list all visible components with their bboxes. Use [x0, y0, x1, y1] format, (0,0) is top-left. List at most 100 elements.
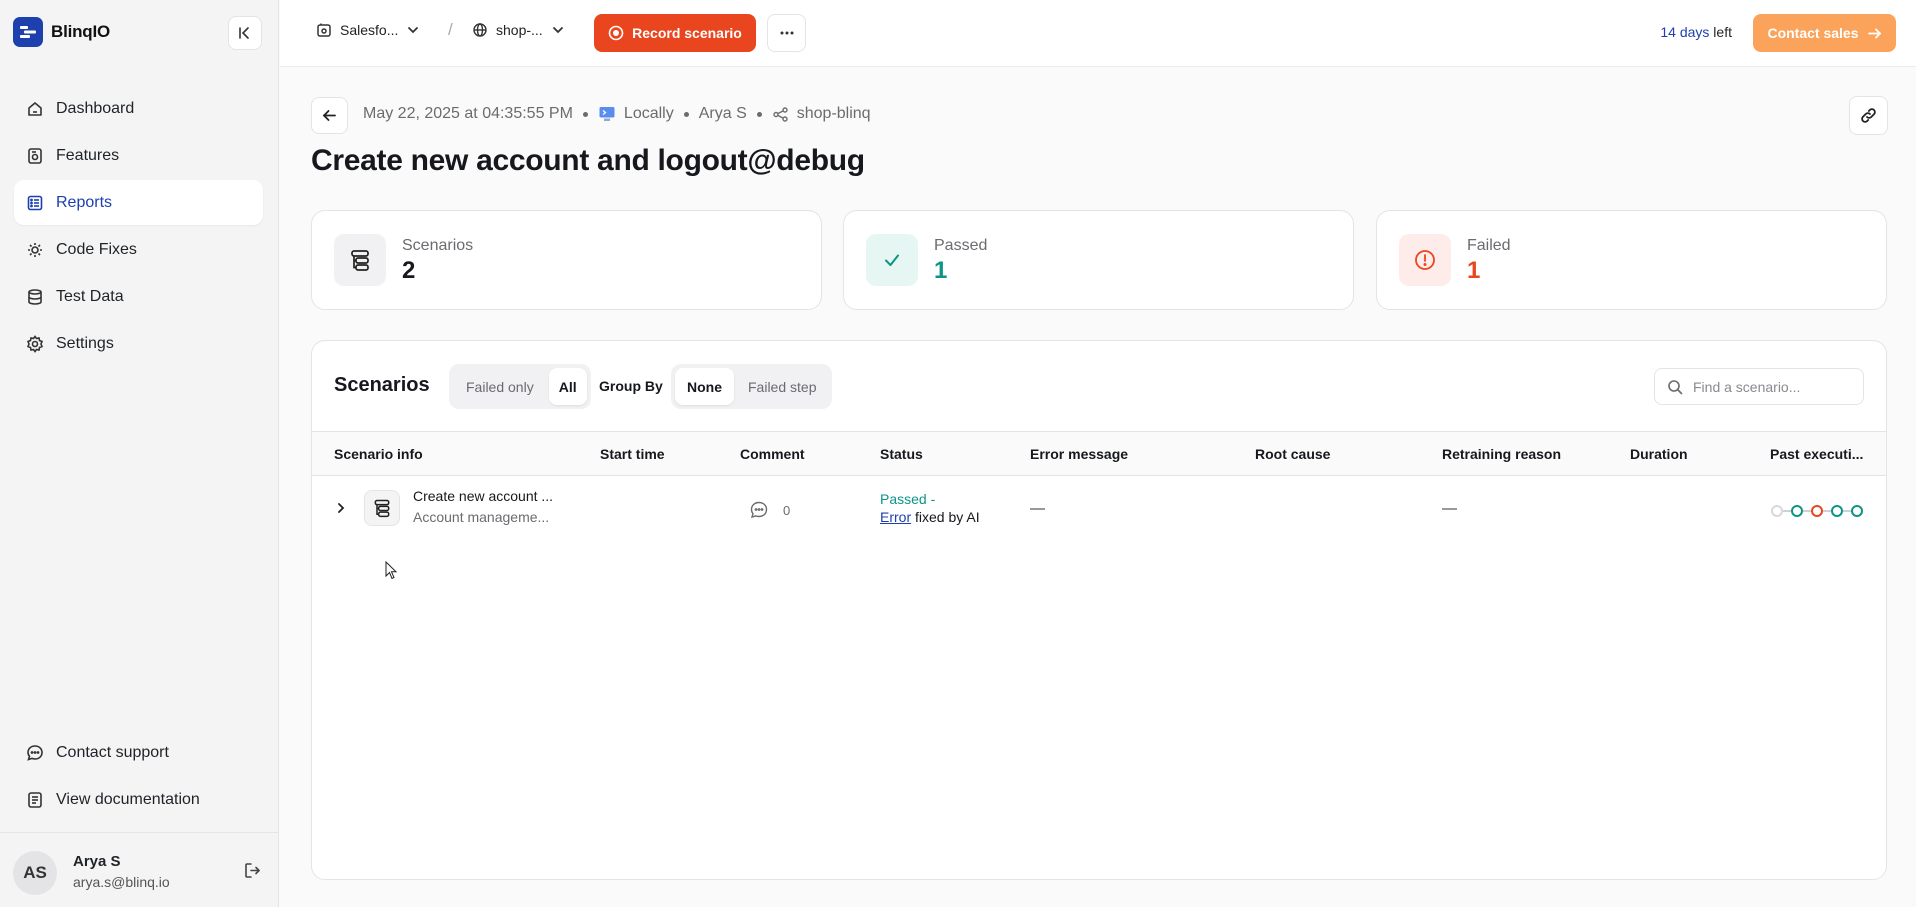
comment-count: 0: [783, 502, 791, 518]
scenario-info: Create new account ... Account manageme.…: [413, 488, 553, 525]
contact-support-link[interactable]: Contact support: [14, 730, 263, 775]
environment-name: shop-...: [496, 22, 543, 38]
column-header[interactable]: Duration: [1630, 446, 1688, 462]
trial-suffix: left: [1709, 24, 1732, 40]
past-execution-failed[interactable]: [1811, 505, 1823, 517]
status-filter-toggle: Failed only All: [449, 364, 591, 409]
column-header[interactable]: Scenario info: [334, 446, 423, 462]
past-execution-connector: [1803, 510, 1811, 512]
stat-card-scenarios: Scenarios 2: [311, 210, 822, 310]
column-header[interactable]: Error message: [1030, 446, 1128, 462]
home-icon: [28, 101, 42, 116]
blinqio-logo-icon: [13, 17, 43, 47]
list-tree-icon: [374, 499, 390, 518]
error-message: —: [1030, 500, 1045, 517]
past-execution-none[interactable]: [1771, 505, 1783, 517]
project-icon: [317, 23, 331, 37]
passed-stat-icon: [866, 234, 918, 286]
search-input[interactable]: [1693, 378, 1843, 395]
past-execution-passed[interactable]: [1831, 505, 1843, 517]
sidebar-item-settings[interactable]: Settings: [14, 321, 263, 366]
main-nav: Dashboard Features Reports Code Fixes Te…: [14, 86, 263, 368]
scenario-name[interactable]: Create new account ...: [413, 488, 553, 504]
separator-dot: [582, 111, 588, 117]
contact-support-label: Contact support: [56, 743, 169, 761]
sidebar-item-test-data[interactable]: Test Data: [14, 274, 263, 319]
breadcrumb-separator: /: [448, 20, 453, 39]
scenarios-stat-icon: [334, 234, 386, 286]
user-name: Arya S: [73, 853, 121, 870]
table-header: Scenario info Start time Comment Status …: [312, 431, 1886, 476]
past-execution-connector: [1823, 510, 1831, 512]
scenarios-panel-title: Scenarios: [334, 374, 430, 396]
environment-selector[interactable]: shop-...: [472, 22, 565, 38]
report-page: May 22, 2025 at 04:35:55 PM Locally Arya…: [280, 67, 1916, 907]
view-documentation-link[interactable]: View documentation: [14, 777, 263, 822]
separator-dot: [756, 111, 762, 117]
group-by-failed-step[interactable]: Failed step: [736, 368, 828, 405]
past-execution-passed[interactable]: [1791, 505, 1803, 517]
sidebar-item-label: Settings: [56, 334, 114, 352]
sidebar: BlinqIO Dashboard Features Reports Code …: [0, 0, 279, 907]
group-by-none[interactable]: None: [675, 368, 734, 405]
run-user: Arya S: [698, 105, 747, 122]
page-title: Create new account and logout@debug: [311, 144, 865, 177]
column-header[interactable]: Past executi...: [1770, 446, 1863, 462]
failed-stat-icon: [1399, 234, 1451, 286]
trial-days: 14 days: [1660, 24, 1710, 40]
column-header[interactable]: Status: [880, 446, 923, 462]
scenario-icon: [364, 490, 400, 526]
column-header[interactable]: Comment: [740, 446, 805, 462]
code-fixes-icon: [28, 242, 42, 257]
link-icon: [1861, 108, 1876, 123]
expand-row-button[interactable]: [334, 501, 348, 520]
contact-sales-button[interactable]: Contact sales: [1753, 14, 1896, 52]
status-cell: Passed - Error fixed by AI: [880, 491, 980, 525]
past-execution-connector: [1783, 510, 1791, 512]
scenario-search[interactable]: [1654, 368, 1864, 405]
past-execution-connector: [1843, 510, 1851, 512]
project-name: Salesfo...: [340, 22, 399, 38]
record-scenario-button[interactable]: Record scenario: [594, 14, 756, 52]
scenario-feature: Account manageme...: [413, 509, 550, 525]
back-button[interactable]: [311, 97, 348, 134]
share-nodes-icon: [773, 106, 788, 122]
copy-link-button[interactable]: [1849, 96, 1888, 135]
document-icon: [28, 791, 42, 808]
chevron-right-icon: [338, 503, 345, 513]
arrow-left-icon: [322, 110, 336, 121]
sidebar-item-features[interactable]: Features: [14, 133, 263, 178]
top-bar: Salesfo... / shop-... Record scenario 14…: [280, 0, 1916, 67]
table-row[interactable]: Create new account ... Account manageme.…: [312, 476, 1886, 546]
column-header[interactable]: Retraining reason: [1442, 446, 1561, 462]
stat-value: 1: [934, 257, 948, 284]
contact-sales-label: Contact sales: [1767, 25, 1859, 41]
user-email: arya.s@blinq.io: [73, 874, 170, 890]
database-icon: [28, 288, 42, 305]
chevron-down-icon: [408, 27, 419, 34]
avatar[interactable]: AS: [13, 851, 57, 895]
scenarios-panel: Scenarios Failed only All Group By None …: [311, 340, 1887, 880]
sidebar-item-code-fixes[interactable]: Code Fixes: [14, 227, 263, 272]
search-icon: [1668, 379, 1683, 394]
filter-failed-only[interactable]: Failed only: [453, 368, 547, 405]
run-location-label: Locally: [623, 105, 674, 122]
error-link[interactable]: Error: [880, 509, 911, 525]
stat-label: Failed: [1467, 237, 1511, 254]
retraining-reason: —: [1442, 500, 1457, 517]
column-header[interactable]: Start time: [600, 446, 665, 462]
globe-icon: [473, 23, 487, 37]
computer-icon: [599, 107, 615, 121]
logout-button[interactable]: [243, 861, 262, 885]
sidebar-item-dashboard[interactable]: Dashboard: [14, 86, 263, 131]
app-logo[interactable]: BlinqIO: [13, 17, 110, 47]
sidebar-item-reports[interactable]: Reports: [14, 180, 263, 225]
app-name: BlinqIO: [51, 22, 111, 41]
more-options-button[interactable]: [767, 14, 806, 52]
project-selector[interactable]: Salesfo...: [316, 22, 420, 38]
filter-all[interactable]: All: [548, 368, 587, 405]
past-execution-passed[interactable]: [1851, 505, 1863, 517]
column-header[interactable]: Root cause: [1255, 446, 1330, 462]
comment-cell[interactable]: 0: [749, 500, 790, 520]
collapse-sidebar-button[interactable]: [228, 16, 262, 50]
